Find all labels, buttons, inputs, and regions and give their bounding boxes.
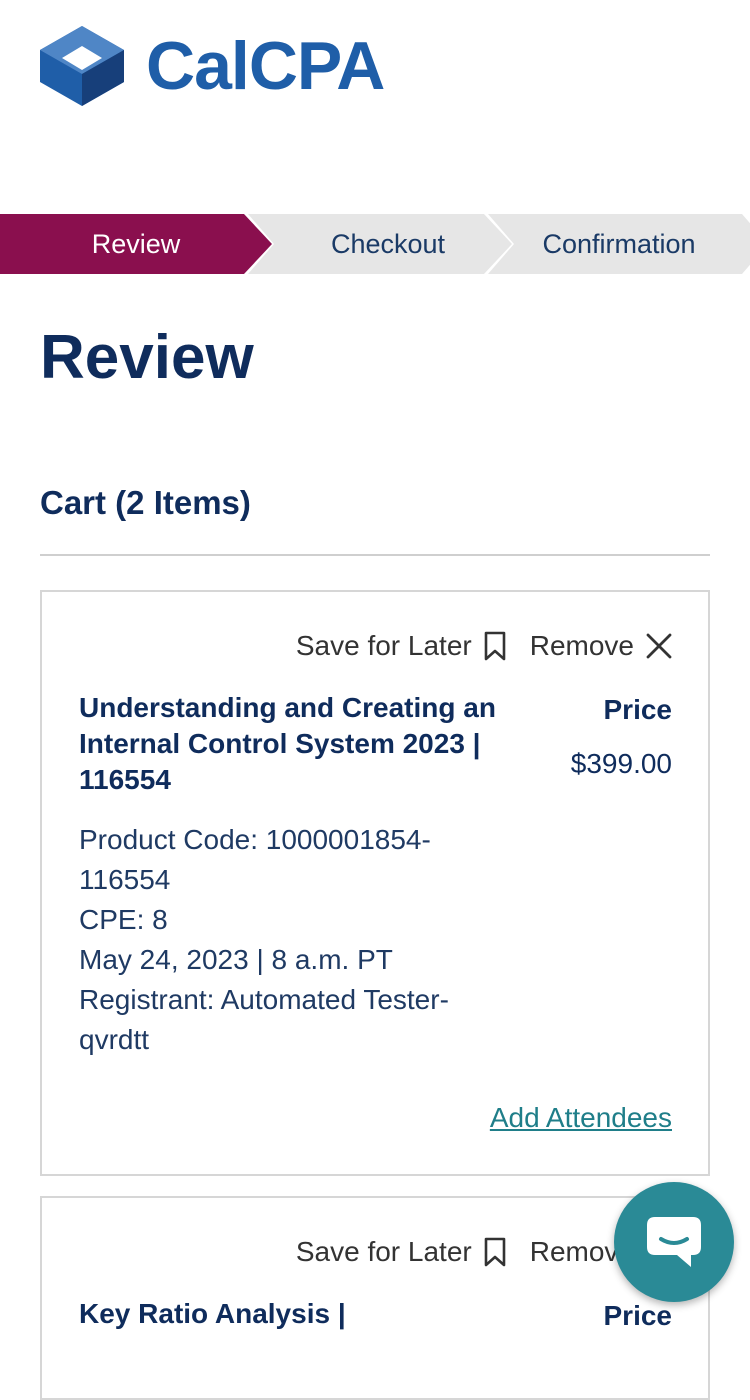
cart-item: Save for Later Remove Key Ratio Analysis… <box>40 1196 710 1400</box>
step-checkout-label: Checkout <box>330 229 446 259</box>
cart-title: Cart (2 Items) <box>40 484 251 521</box>
event-date: May 24, 2023 | 8 a.m. PT <box>79 944 393 975</box>
item-actions: Save for Later Remove <box>296 630 672 662</box>
step-review: Review <box>0 214 272 274</box>
price-label: Price <box>603 1300 673 1331</box>
divider <box>40 554 710 556</box>
calcpa-logo[interactable]: CalCPA <box>40 26 385 106</box>
step-confirmation-label: Confirmation <box>542 229 696 259</box>
calcpa-cube-icon <box>40 26 124 106</box>
product-title[interactable]: Key Ratio Analysis | <box>79 1296 499 1332</box>
product-code-line: Product Code: 1000001854- <box>79 824 431 855</box>
chat-bubble-icon <box>647 1217 701 1267</box>
bookmark-icon <box>484 1237 506 1267</box>
step-confirmation: Confirmation <box>488 214 750 274</box>
bookmark-icon <box>484 631 506 661</box>
product-title[interactable]: Understanding and Creating an Internal C… <box>79 690 499 798</box>
product-code-line-2: 116554 <box>79 864 171 895</box>
close-icon <box>646 633 672 659</box>
remove-button[interactable]: Remove <box>530 630 672 662</box>
save-for-later-label: Save for Later <box>295 630 472 661</box>
remove-label: Remove <box>529 630 634 661</box>
checkout-progress: Review Checkout Confirmation <box>0 214 750 274</box>
registrant-line: Registrant: Automated Tester- <box>79 984 449 1015</box>
registrant-line-2: qvrdtt <box>79 1024 150 1055</box>
page-title: Review <box>40 323 254 392</box>
cpe-credits: CPE: 8 <box>79 904 168 935</box>
step-checkout: Checkout <box>248 214 512 274</box>
save-for-later-label: Save for Later <box>295 1236 472 1267</box>
save-for-later-button[interactable]: Save for Later <box>296 1236 506 1268</box>
price-value: $399.00 <box>570 748 672 779</box>
chat-button[interactable] <box>614 1182 734 1302</box>
save-for-later-button[interactable]: Save for Later <box>296 630 506 662</box>
product-details: Product Code: 1000001854- 116554 CPE: 8 … <box>79 820 519 1060</box>
logo-wordmark: CalCPA <box>146 28 385 104</box>
price-label: Price <box>603 694 673 725</box>
add-attendees-link[interactable]: Add Attendees <box>490 1102 672 1134</box>
cart-item: Save for Later Remove Understanding and … <box>40 590 710 1176</box>
step-review-label: Review <box>91 229 181 259</box>
